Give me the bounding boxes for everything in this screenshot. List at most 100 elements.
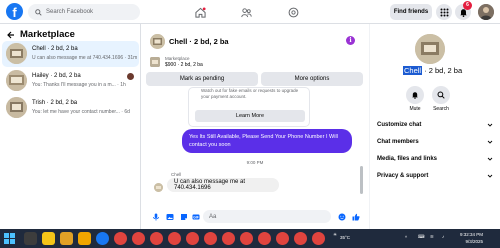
svg-text:GIF: GIF — [193, 215, 199, 219]
listing-thumbnail — [6, 97, 27, 118]
message-input[interactable]: Aa — [203, 210, 331, 223]
chrome-icon[interactable] — [132, 232, 145, 245]
media-files-links-section[interactable]: Media, files and links — [377, 153, 493, 165]
safety-notice-text: Watch out for fake emails or requests to… — [201, 88, 299, 99]
microphone-icon[interactable] — [151, 212, 160, 221]
listing-thumbnail[interactable] — [150, 57, 160, 67]
top-navigation-bar: f Search Facebook Find friends 6 — [0, 0, 500, 24]
facebook-logo[interactable]: f — [6, 3, 23, 20]
section-label: Chat members — [377, 139, 419, 145]
chrome-icon[interactable] — [276, 232, 289, 245]
chevron-down-icon — [487, 123, 493, 127]
search-input[interactable]: Search Facebook — [28, 4, 140, 20]
chrome-icon[interactable] — [150, 232, 163, 245]
conversation-snippet: You: Thanks I'll message you in a m... ·… — [32, 82, 126, 88]
mute-button[interactable] — [406, 86, 424, 104]
taskbar-clock[interactable]: 9:32:34 PM 9/3/2025 — [460, 231, 483, 245]
learn-more-button[interactable]: Learn More — [195, 110, 305, 122]
chrome-icon[interactable] — [294, 232, 307, 245]
chrome-icon[interactable] — [222, 232, 235, 245]
mute-label: Mute — [409, 106, 421, 112]
clock-date: 9/3/2025 — [465, 239, 484, 244]
search-icon — [35, 8, 42, 16]
windows-start-icon[interactable] — [4, 233, 15, 244]
page-title: Marketplace — [20, 29, 75, 40]
more-options-button[interactable]: More options — [261, 72, 363, 86]
message-composer: GIF Aa — [141, 207, 369, 227]
facebook-taskbar-icon[interactable] — [96, 232, 109, 245]
conversation-name: Hailey · 2 bd, 2 ba — [32, 73, 81, 79]
safety-notice: Watch out for fake emails or requests to… — [188, 87, 310, 127]
menu-grid-icon[interactable] — [436, 4, 452, 20]
wifi-icon[interactable]: ≋ — [430, 234, 434, 240]
pinned-app-icon[interactable] — [78, 232, 91, 245]
sticker-icon[interactable] — [179, 212, 188, 221]
section-label: Customize chat — [377, 122, 422, 128]
image-icon[interactable] — [165, 212, 174, 221]
back-arrow-icon[interactable] — [7, 31, 15, 39]
chat-scrollbar[interactable] — [360, 166, 363, 194]
contact-name-selected: Chell — [403, 66, 423, 75]
section-label: Privacy & support — [377, 173, 429, 179]
language-icon[interactable]: ⌨ — [418, 234, 425, 240]
chevron-down-icon — [487, 174, 493, 178]
groups-icon[interactable] — [238, 4, 254, 20]
weather-temperature[interactable]: 35°C — [340, 235, 350, 240]
search-conversation-button[interactable] — [432, 86, 450, 104]
windows-taskbar: ☀ 35°C ^ ⌨ ≋ ♪ 9:32:34 PM 9/3/2025 — [0, 229, 500, 248]
find-friends-button[interactable]: Find friends — [390, 4, 432, 20]
chat-avatar[interactable] — [150, 34, 165, 49]
task-view-icon[interactable] — [24, 232, 37, 245]
contact-avatar[interactable] — [415, 34, 445, 64]
search-label: Search — [433, 106, 449, 112]
message-timestamp: 9:00 PM — [246, 160, 264, 165]
emoji-icon[interactable] — [337, 212, 346, 221]
marketplace-conversation-list: Marketplace Chell · 2 bd, 2 ba U can als… — [0, 24, 141, 229]
chrome-icon[interactable] — [240, 232, 253, 245]
conversation-item[interactable]: Chell · 2 bd, 2 ba U can also message me… — [2, 41, 139, 67]
chat-panel: Chell · 2 bd, 2 ba i Marketplace $900 · … — [141, 24, 369, 229]
incoming-message: U can also message me at 740.434.1696 — [167, 178, 279, 192]
chrome-icon[interactable] — [204, 232, 217, 245]
section-label: Media, files and links — [377, 156, 438, 162]
conversation-snippet: You: let me have your contact number... … — [32, 109, 130, 115]
mark-as-pending-button[interactable]: Mark as pending — [146, 72, 258, 86]
privacy-support-section[interactable]: Privacy & support — [377, 170, 493, 182]
conversation-name: Trish · 2 bd, 2 ba — [32, 100, 78, 106]
sun-icon: ☀ — [333, 232, 338, 237]
chrome-icon[interactable] — [186, 232, 199, 245]
customize-chat-section[interactable]: Customize chat — [377, 119, 493, 131]
chrome-icon[interactable] — [258, 232, 271, 245]
sender-avatar — [154, 183, 163, 192]
conversation-item[interactable]: Trish · 2 bd, 2 ba You: let me have your… — [2, 95, 139, 121]
chevron-up-icon[interactable]: ^ — [405, 235, 407, 240]
contact-name-rest: · 2 bd, 2 ba — [422, 66, 463, 75]
read-receipt-avatar — [127, 73, 134, 80]
pinned-app-icon[interactable] — [42, 232, 55, 245]
listing-thumbnail — [6, 43, 27, 64]
chrome-icon[interactable] — [168, 232, 181, 245]
chrome-icon[interactable] — [114, 232, 127, 245]
search-icon — [437, 91, 445, 99]
gif-icon[interactable]: GIF — [191, 212, 200, 221]
like-icon[interactable] — [351, 212, 360, 221]
chevron-down-icon — [487, 157, 493, 161]
sender-name: Chell — [171, 172, 182, 177]
chat-title[interactable]: Chell · 2 bd, 2 ba — [169, 37, 229, 46]
gaming-icon[interactable] — [285, 4, 301, 20]
file-explorer-icon[interactable] — [60, 232, 73, 245]
listing-price: $900 · 2 bd, 2 ba — [165, 62, 203, 68]
notification-badge: 6 — [463, 1, 472, 10]
contact-name: Chell · 2 bd, 2 ba — [403, 66, 462, 75]
info-icon[interactable]: i — [346, 36, 355, 45]
marketplace-header: Marketplace — [7, 29, 75, 40]
conversation-item[interactable]: Hailey · 2 bd, 2 ba You: Thanks I'll mes… — [2, 68, 139, 94]
chat-members-section[interactable]: Chat members — [377, 136, 493, 148]
profile-avatar[interactable] — [478, 4, 494, 20]
bell-icon — [412, 92, 418, 99]
listing-thumbnail — [6, 70, 27, 91]
home-icon[interactable] — [192, 4, 208, 20]
search-placeholder: Search Facebook — [46, 9, 94, 15]
chrome-icon[interactable] — [312, 232, 325, 245]
volume-icon[interactable]: ♪ — [442, 234, 444, 239]
